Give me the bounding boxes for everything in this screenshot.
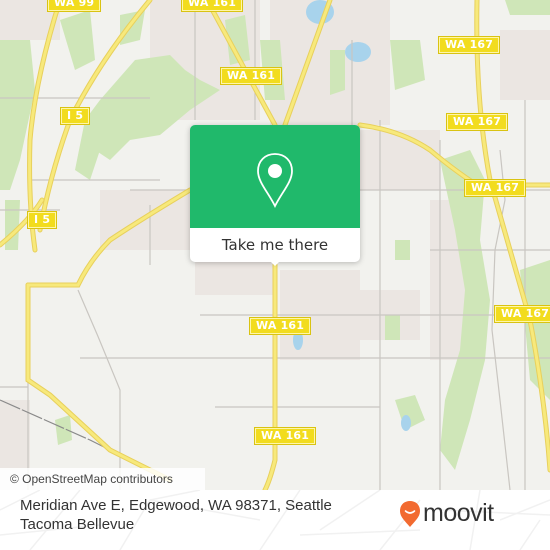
map-view[interactable]: WA 99 WA 161 WA 167 WA 161 I 5 WA 167 WA… (0, 0, 550, 490)
address-text: Meridian Ave E, Edgewood, WA 98371, Seat… (20, 497, 332, 533)
moovit-wordmark: moovit (423, 499, 494, 527)
location-pin-icon (257, 153, 293, 208)
road-shield-wa167: WA 167 (493, 305, 550, 323)
road-shield-wa167: WA 167 (437, 36, 501, 54)
road-shield-wa161: WA 161 (219, 67, 283, 85)
road-shield-wa161: WA 161 (248, 317, 312, 335)
road-shield-i5: I 5 (59, 107, 91, 125)
moovit-logo[interactable]: moovit (399, 499, 494, 528)
popup-pointer (268, 259, 282, 266)
moovit-pin-icon (400, 500, 420, 527)
take-me-there-button[interactable]: Take me there (190, 228, 360, 262)
location-popup: Take me there (190, 125, 360, 266)
osm-attribution[interactable]: © OpenStreetMap contributors (0, 468, 205, 490)
footer-bar: Meridian Ave E, Edgewood, WA 98371, Seat… (0, 490, 550, 550)
road-shield-wa161: WA 161 (253, 427, 317, 445)
road-shield-wa161: WA 161 (180, 0, 244, 12)
road-shield-wa167: WA 167 (463, 179, 527, 197)
road-shield-i5: I 5 (26, 211, 58, 229)
road-shield-wa167: WA 167 (445, 113, 509, 131)
road-shield-wa99: WA 99 (46, 0, 102, 12)
